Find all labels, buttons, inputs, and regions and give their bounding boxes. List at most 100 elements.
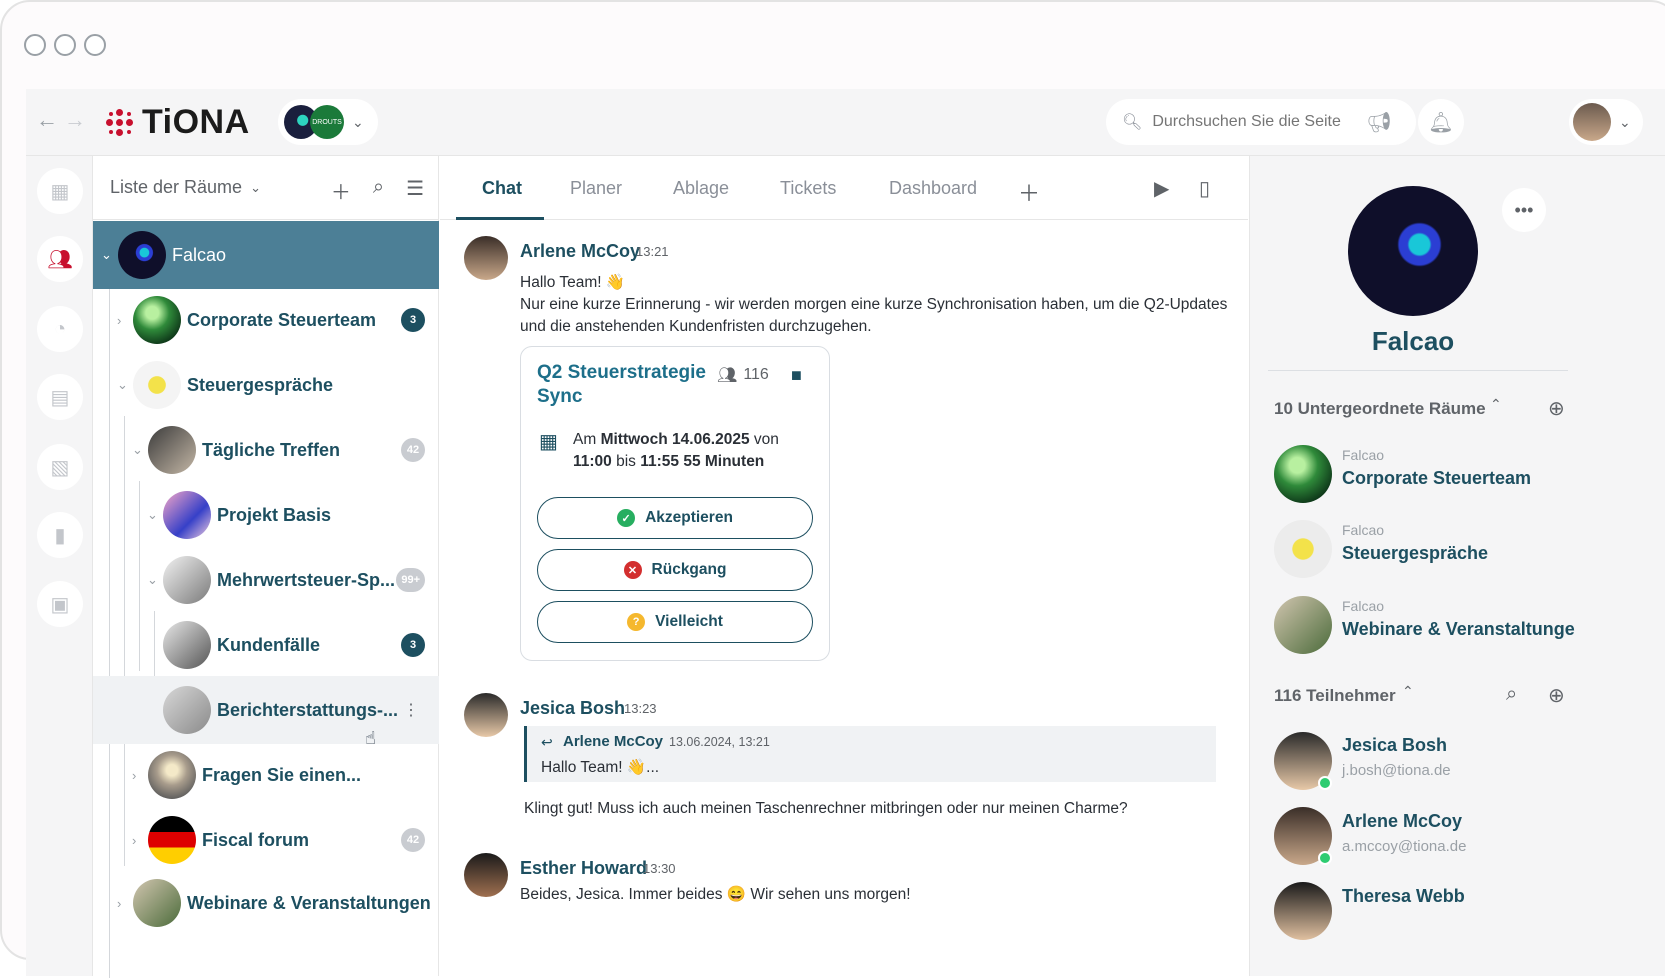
window-minimize-button[interactable] (54, 34, 76, 56)
members-title[interactable]: 116 Teilnehmer (1274, 686, 1396, 706)
announcements-button[interactable]: 📢︎ (1356, 99, 1402, 145)
member-avatar[interactable] (1274, 882, 1332, 940)
more-vertical-icon[interactable]: ⋮ (403, 700, 419, 720)
rail-documents-button[interactable]: ▧ (37, 444, 83, 490)
member-name[interactable]: Arlene McCoy (1342, 811, 1462, 832)
chevron-up-icon[interactable]: ⌃ (1490, 396, 1502, 413)
room-item-berichterstattungs[interactable]: Berichterstattungs-... ⋮ ☝︎ (93, 676, 439, 748)
rail-dashboard-button[interactable]: ▦ (37, 168, 83, 214)
room-item-webinare[interactable]: › Webinare & Veranstaltungen (93, 869, 439, 937)
rail-rooms-button[interactable]: 👥︎ (37, 236, 83, 282)
room-name: Webinare & Veranstaltungen (187, 892, 431, 913)
video-camera-icon[interactable]: ▶︎ (1154, 176, 1169, 201)
message-author[interactable]: Jesica Bosh (520, 698, 625, 719)
chevron-up-icon[interactable]: ⌃ (1402, 683, 1414, 700)
chevron-right-icon[interactable]: › (117, 896, 121, 911)
room-item-falcao[interactable]: ⌄ Falcao (93, 221, 439, 289)
subroom-name[interactable]: Steuergespräche (1342, 543, 1488, 564)
member-email: j.bosh@tiona.de (1342, 762, 1451, 779)
subroom-avatar[interactable] (1274, 520, 1332, 578)
rail-files-button[interactable]: ▮ (37, 512, 83, 558)
room-item-tagliche-treffen[interactable]: ⌄ Tägliche Treffen 42 (93, 416, 439, 484)
tab-ablage[interactable]: Ablage (673, 178, 729, 199)
subroom-name[interactable]: Webinare & Veranstaltunge (1342, 619, 1575, 640)
more-options-button[interactable]: ••• (1502, 188, 1546, 232)
subroom-name[interactable]: Corporate Steuerteam (1342, 468, 1531, 489)
quoted-message[interactable]: ↩ Arlene McCoy 13.06.2024, 13:21 Hallo T… (524, 726, 1216, 782)
message-author[interactable]: Esther Howard (520, 858, 647, 879)
forward-arrow-icon[interactable]: → (64, 107, 86, 133)
chevron-down-icon[interactable]: ⌄ (147, 507, 158, 523)
avatar[interactable] (464, 236, 508, 280)
decline-button[interactable]: ✕ Rückgang (537, 549, 813, 591)
video-camera-icon[interactable]: ■ (791, 365, 802, 386)
subroom-avatar[interactable] (1274, 596, 1332, 654)
add-circle-icon[interactable]: ⊕ (1548, 396, 1565, 421)
room-list-title[interactable]: Liste der Räume (110, 177, 242, 198)
tab-dashboard[interactable]: Dashboard (889, 178, 977, 199)
room-item-corporate-steuerteam[interactable]: › Corporate Steuerteam 3 (93, 286, 439, 354)
chevron-right-icon[interactable]: › (117, 313, 121, 328)
rail-activity-button[interactable]: ◔ (37, 306, 83, 352)
participant-count: 👥︎ 116 (717, 365, 769, 385)
add-member-icon[interactable]: ⊕ (1548, 683, 1565, 708)
organization-switcher[interactable]: DROUTS ⌄ (278, 99, 378, 145)
room-item-projekt-basis[interactable]: ⌄ Projekt Basis (93, 481, 439, 549)
tab-chat[interactable]: Chat (482, 178, 522, 199)
message-time: 13:30 (643, 861, 676, 876)
member-name[interactable]: Jesica Bosh (1342, 735, 1447, 756)
room-name: Berichterstattungs-... (217, 699, 399, 720)
logo[interactable]: TiONA (106, 103, 250, 142)
add-room-icon[interactable]: ＋ (331, 176, 351, 205)
subroom-avatar[interactable] (1274, 445, 1332, 503)
unread-badge: 3 (401, 633, 425, 657)
window-close-button[interactable] (24, 34, 46, 56)
room-item-fiscal-forum[interactable]: › Fiscal forum 42 (93, 806, 439, 874)
room-item-kundenfalle[interactable]: Kundenfälle 3 (93, 611, 439, 679)
room-details-panel: ••• Falcao 10 Untergeordnete Räume ⌃ ⊕ F… (1249, 156, 1665, 976)
avatar[interactable] (464, 853, 508, 897)
tab-planer[interactable]: Planer (570, 178, 622, 199)
sort-icon[interactable]: ☰ (406, 176, 424, 205)
notifications-button[interactable]: 🔔︎ (1418, 99, 1464, 145)
rail-calendar-button[interactable]: ▤ (37, 374, 83, 420)
search-icon[interactable]: ⌕ (373, 176, 384, 205)
subrooms-title[interactable]: 10 Untergeordnete Räume (1274, 399, 1486, 419)
back-arrow-icon[interactable]: ← (36, 107, 58, 133)
room-list: Liste der Räume ⌄ ＋ ⌕ ☰ ⌄ Falcao › Corpo… (93, 156, 439, 978)
megaphone-icon: 📢︎ (1366, 111, 1392, 134)
room-name: Projekt Basis (217, 504, 332, 525)
maybe-button[interactable]: ? Vielleicht (537, 601, 813, 643)
room-avatar (133, 361, 181, 409)
clock-icon: ◔ (53, 317, 67, 340)
rail-briefcase-button[interactable]: ▣ (37, 581, 83, 627)
user-menu[interactable]: ⌄ (1569, 99, 1643, 145)
message-time: 13:21 (636, 244, 669, 259)
member-name[interactable]: Theresa Webb (1342, 886, 1465, 907)
avatar[interactable] (464, 693, 508, 737)
check-icon: ✓ (617, 509, 636, 527)
accept-button[interactable]: ✓ Akzeptieren (537, 497, 813, 539)
room-avatar (148, 751, 196, 799)
room-name: Corporate Steuerteam (187, 309, 377, 330)
side-panel-icon[interactable]: ▯ (1199, 176, 1210, 201)
message-author[interactable]: Arlene McCoy (520, 241, 640, 262)
chevron-right-icon[interactable]: › (132, 768, 136, 783)
message-text: Beides, Jesica. Immer beides 😄 Wir sehen… (520, 886, 911, 903)
chevron-down-icon[interactable]: ⌄ (147, 572, 158, 588)
room-item-steuergesprache[interactable]: ⌄ Steuergespräche (93, 351, 439, 419)
chevron-right-icon[interactable]: › (132, 833, 136, 848)
room-item-mehrwertsteuer[interactable]: ⌄ Mehrwertsteuer-Sp... 99+ (93, 546, 439, 614)
window-maximize-button[interactable] (84, 34, 106, 56)
chevron-down-icon[interactable]: ⌄ (101, 247, 112, 263)
chevron-down-icon[interactable]: ⌄ (117, 377, 128, 393)
tab-tickets[interactable]: Tickets (780, 178, 836, 199)
chevron-down-icon[interactable]: ⌄ (132, 442, 143, 458)
chevron-down-icon[interactable]: ⌄ (250, 180, 261, 196)
room-item-fragen-sie-einen[interactable]: › Fragen Sie einen... (93, 741, 439, 809)
search-icon[interactable]: ⌕ (1506, 683, 1517, 706)
event-title[interactable]: Q2 Steuerstrategie Sync (537, 361, 717, 409)
event-bis: bis (611, 453, 641, 470)
add-tab-icon[interactable]: ＋ (1018, 176, 1040, 208)
dashboard-icon: ▦ (50, 180, 70, 203)
